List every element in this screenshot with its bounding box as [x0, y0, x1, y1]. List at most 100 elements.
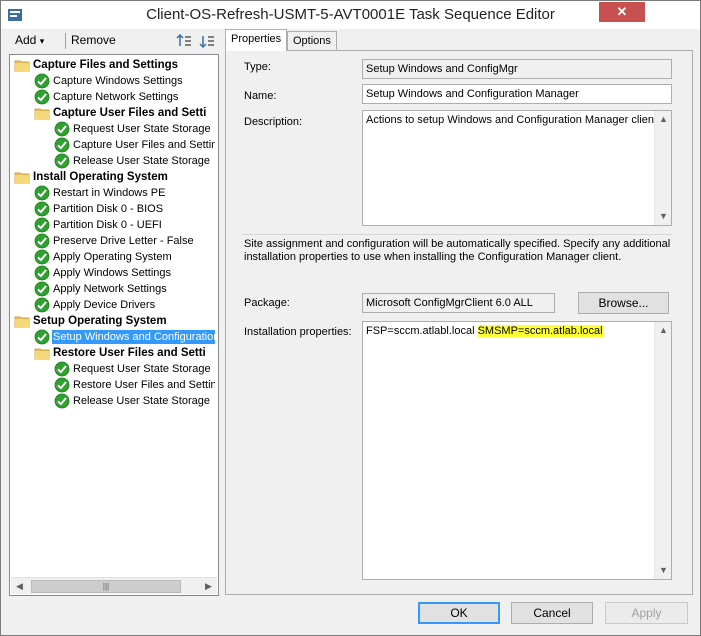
tree-step[interactable]: Apply Network Settings — [34, 281, 215, 297]
tree-step[interactable]: Apply Device Drivers — [34, 297, 215, 313]
task-sequence-editor-window: Client-OS-Refresh-USMT-5-AVT0001E Task S… — [0, 0, 701, 636]
tree-item-label: Apply Network Settings — [53, 283, 167, 295]
install-properties-textarea[interactable]: FSP=sccm.atlabl.local SMSMP=sccm.atlab.l… — [362, 321, 672, 580]
tree-step[interactable]: Capture Windows Settings — [34, 73, 215, 89]
tree-item-label: Request User State Storage — [73, 363, 211, 375]
success-check-icon — [54, 393, 70, 409]
move-down-icon[interactable] — [199, 33, 215, 49]
tree-horizontal-scrollbar[interactable]: ◀ ||| ▶ — [11, 577, 217, 594]
chevron-down-icon: ▾ — [39, 36, 45, 46]
tree-group[interactable]: Install Operating System — [14, 169, 215, 185]
type-label: Type: — [244, 61, 271, 73]
tree-group[interactable]: Capture Files and Settings — [14, 57, 215, 73]
success-check-icon — [54, 361, 70, 377]
tree-step[interactable]: Release User State Storage — [54, 153, 215, 169]
tree-step[interactable]: Capture User Files and Setting — [54, 137, 215, 153]
tree-step[interactable]: Setup Windows and Configuration — [34, 329, 215, 345]
description-label: Description: — [244, 116, 303, 128]
scroll-down-icon[interactable]: ▼ — [655, 562, 672, 579]
tree-group[interactable]: Capture User Files and Setti — [34, 105, 215, 121]
add-label: Add — [15, 33, 37, 47]
tree-step[interactable]: Request User State Storage — [54, 361, 215, 377]
tree-group[interactable]: Restore User Files and Setti — [34, 345, 215, 361]
tree-item-label: Partition Disk 0 - BIOS — [53, 203, 164, 215]
browse-button[interactable]: Browse... — [578, 292, 669, 314]
tree-step[interactable]: Partition Disk 0 - BIOS — [34, 201, 215, 217]
tree-item-label: Capture Network Settings — [53, 91, 179, 103]
tree-item-label: Request User State Storage — [73, 123, 211, 135]
tree-item-label: Capture Windows Settings — [53, 75, 183, 87]
scroll-thumb[interactable]: ||| — [31, 580, 181, 593]
package-value: Microsoft ConfigMgrClient 6.0 ALL — [362, 293, 555, 313]
tree-step[interactable]: Release User State Storage — [54, 393, 215, 409]
success-check-icon — [34, 265, 50, 281]
scroll-down-icon[interactable]: ▼ — [655, 208, 672, 225]
move-up-icon[interactable] — [176, 33, 192, 49]
name-input[interactable]: Setup Windows and Configuration Manager — [362, 84, 672, 104]
success-check-icon — [34, 185, 50, 201]
name-label: Name: — [244, 90, 277, 102]
close-button[interactable]: ✕ — [599, 2, 645, 22]
install-properties-scrollbar[interactable]: ▲ ▼ — [654, 322, 671, 579]
tree-item-label: Partition Disk 0 - UEFI — [53, 219, 162, 231]
tree-step[interactable]: Apply Windows Settings — [34, 265, 215, 281]
folder-icon — [34, 105, 50, 121]
tab-options[interactable]: Options — [287, 31, 337, 51]
apply-button[interactable]: Apply — [605, 602, 688, 624]
success-check-icon — [54, 377, 70, 393]
tree-item-label: Apply Operating System — [53, 251, 172, 263]
tree-item-label: Release User State Storage — [73, 395, 210, 407]
description-text: Actions to setup Windows and Configurati… — [366, 114, 658, 126]
cancel-button[interactable]: Cancel — [511, 602, 593, 624]
ok-button[interactable]: OK — [418, 602, 500, 624]
tree-step[interactable]: Restart in Windows PE — [34, 185, 215, 201]
scroll-up-icon[interactable]: ▲ — [655, 322, 672, 339]
folder-icon — [14, 169, 30, 185]
folder-icon — [14, 57, 30, 73]
install-properties-label: Installation properties: — [244, 326, 352, 338]
tree-item-label: Preserve Drive Letter - False — [53, 235, 194, 247]
tree-item-label: Restore User Files and Setting — [73, 379, 215, 391]
section-divider — [242, 234, 672, 235]
remove-button[interactable]: Remove — [71, 33, 116, 47]
success-check-icon — [34, 217, 50, 233]
scroll-up-icon[interactable]: ▲ — [655, 111, 672, 128]
success-check-icon — [54, 137, 70, 153]
tree-step[interactable]: Restore User Files and Setting — [54, 377, 215, 393]
tree-item-label: Setup Windows and Configuration — [52, 330, 215, 344]
package-label: Package: — [244, 297, 290, 309]
description-textarea[interactable]: Actions to setup Windows and Configurati… — [362, 110, 672, 226]
tree-step[interactable]: Apply Operating System — [34, 249, 215, 265]
tab-properties[interactable]: Properties — [225, 29, 288, 51]
success-check-icon — [34, 249, 50, 265]
success-check-icon — [54, 121, 70, 137]
tree-item-label: Restore User Files and Setti — [53, 347, 206, 359]
tree-group[interactable]: Setup Operating System — [14, 313, 215, 329]
description-scrollbar[interactable]: ▲ ▼ — [654, 111, 671, 225]
scroll-left-icon[interactable]: ◀ — [11, 578, 28, 595]
properties-panel: Type: Setup Windows and ConfigMgr Name: … — [225, 50, 693, 595]
tree-item-label: Install Operating System — [33, 171, 168, 183]
install-properties-text-1: FSP=sccm.atlabl.local — [366, 325, 478, 337]
tree-item-label: Capture User Files and Setti — [53, 107, 207, 119]
window-title: Client-OS-Refresh-USMT-5-AVT0001E Task S… — [146, 6, 555, 23]
scroll-right-icon[interactable]: ▶ — [200, 578, 217, 595]
info-line-1: Site assignment and configuration will b… — [244, 238, 671, 250]
tree-step[interactable]: Capture Network Settings — [34, 89, 215, 105]
title-bar: Client-OS-Refresh-USMT-5-AVT0001E Task S… — [1, 1, 700, 29]
success-check-icon — [54, 153, 70, 169]
success-check-icon — [34, 73, 50, 89]
success-check-icon — [34, 201, 50, 217]
success-check-icon — [34, 329, 50, 345]
task-sequence-tree[interactable]: ◀ ||| ▶ Capture Files and Settings Captur… — [9, 54, 219, 596]
tree-item-label: Apply Windows Settings — [53, 267, 171, 279]
success-check-icon — [34, 281, 50, 297]
type-value: Setup Windows and ConfigMgr — [362, 59, 672, 79]
tree-toolbar: Add ▾ Remove — [9, 30, 219, 52]
folder-icon — [14, 313, 30, 329]
tree-step[interactable]: Preserve Drive Letter - False — [34, 233, 215, 249]
tree-step[interactable]: Partition Disk 0 - UEFI — [34, 217, 215, 233]
add-button[interactable]: Add ▾ — [15, 33, 44, 47]
toolbar-separator — [65, 33, 66, 49]
tree-step[interactable]: Request User State Storage — [54, 121, 215, 137]
